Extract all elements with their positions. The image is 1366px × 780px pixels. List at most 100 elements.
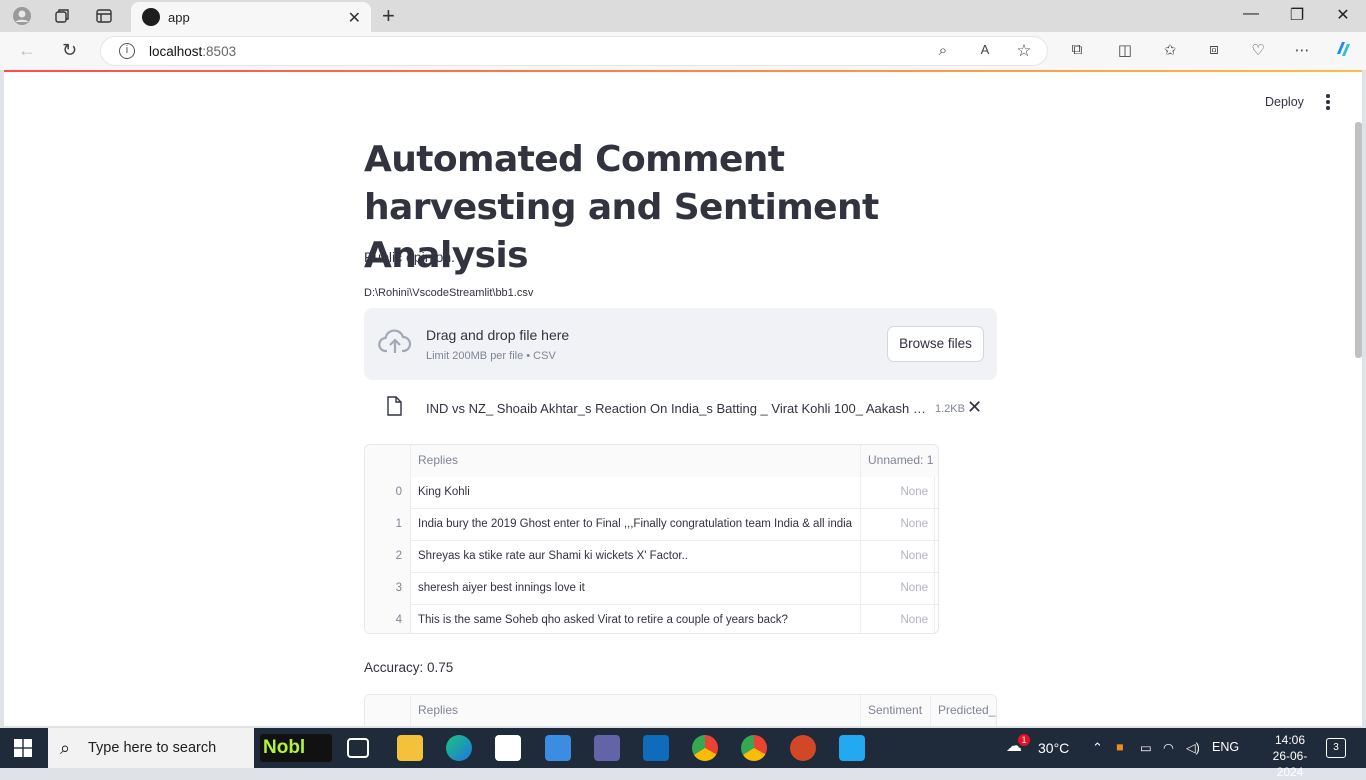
language-indicator[interactable]: ENG	[1212, 740, 1239, 754]
collections-icon[interactable]: ⧈	[1204, 41, 1224, 61]
show-hidden-icon[interactable]: ⌃	[1092, 740, 1103, 756]
profile-icon[interactable]	[12, 6, 32, 26]
file-icon	[387, 396, 402, 416]
window-close-icon[interactable]: ✕	[1320, 5, 1366, 25]
row-index: 2	[365, 541, 411, 573]
vscode-icon[interactable]	[839, 735, 865, 761]
url-bar[interactable]: i localhost:8503 ⌕ A ☆	[100, 36, 1048, 66]
task-view-icon[interactable]	[347, 738, 369, 758]
powerpoint-icon[interactable]	[790, 735, 816, 761]
windows-taskbar: ⌕ Type here to search Nobl ☁ 1 30°C ⌃ ■ …	[0, 728, 1366, 779]
nobl-widget[interactable]: Nobl	[260, 734, 332, 762]
row-index: 4	[365, 605, 411, 633]
uploaded-file-name: IND vs NZ_ Shoaib Akhtar_s Reaction On I…	[426, 401, 928, 416]
volume-icon[interactable]: ◁)	[1186, 740, 1200, 755]
row-index: 0	[365, 477, 411, 509]
page-scrollbar[interactable]	[1355, 122, 1362, 358]
main-menu-icon[interactable]	[1326, 94, 1330, 110]
browse-files-button[interactable]: Browse files	[887, 326, 984, 362]
address-toolbar: ← ↻ i localhost:8503 ⌕ A ☆ ⧉ ◫ ✩ ⧈ ♡ ⋯	[0, 32, 1366, 70]
column-header[interactable]: Replies	[411, 695, 861, 726]
table-row[interactable]: 2 Shreyas ka stike rate aur Shami ki wic…	[365, 541, 938, 573]
dropzone-instructions: Drag and drop file here	[426, 327, 570, 343]
split-screen-icon[interactable]: ◫	[1115, 41, 1135, 61]
taskbar-search[interactable]: ⌕ Type here to search	[48, 728, 254, 768]
file-path-text: D:\Rohini\VscodeStreamlit\bb1.csv	[364, 287, 534, 299]
zoom-icon[interactable]: ⌕	[933, 42, 953, 62]
system-clock[interactable]: 14:06 26-06-2024	[1262, 732, 1318, 780]
read-aloud-icon[interactable]: A	[975, 42, 995, 62]
cloud-upload-icon	[378, 329, 412, 353]
store-icon[interactable]	[495, 735, 521, 761]
tab-title: app	[168, 10, 190, 25]
row-index: 3	[365, 573, 411, 605]
value-cell[interactable]: None	[861, 509, 935, 541]
page-title: Automated Comment harvesting and Sentime…	[364, 139, 879, 276]
replies-dataframe[interactable]: Replies Unnamed: 1 0 King Kohli None 1 I…	[364, 444, 939, 634]
column-header[interactable]: Predicted_S	[931, 695, 996, 726]
value-cell[interactable]: None	[861, 477, 935, 509]
new-tab-icon[interactable]: +	[382, 3, 395, 29]
column-header[interactable]: Sentiment	[861, 695, 931, 726]
reply-cell[interactable]: This is the same Soheb qho asked Virat t…	[411, 605, 861, 633]
favorite-star-icon[interactable]: ☆	[1014, 41, 1034, 61]
restore-icon[interactable]: ❐	[1274, 5, 1320, 25]
outlook-icon[interactable]	[643, 735, 669, 761]
file-dropzone[interactable]: Drag and drop file here Limit 200MB per …	[364, 308, 997, 380]
table-header: Replies Unnamed: 1	[365, 445, 938, 477]
windows-start-icon[interactable]	[14, 739, 32, 757]
browser-tabbar: app ✕ + — ❐ ✕	[0, 0, 1366, 32]
reply-cell[interactable]: India bury the 2019 Ghost enter to Final…	[411, 509, 861, 541]
tab-close-icon[interactable]: ✕	[348, 8, 361, 28]
more-menu-icon[interactable]: ⋯	[1292, 41, 1312, 61]
active-tab[interactable]: app ✕	[131, 2, 371, 32]
accuracy-text: Accuracy: 0.75	[364, 660, 454, 675]
mail-icon[interactable]	[545, 735, 571, 761]
favorites-icon[interactable]: ✩	[1160, 41, 1180, 61]
refresh-icon[interactable]: ↻	[62, 40, 77, 61]
sentiment-dataframe[interactable]: Replies Sentiment Predicted_S	[364, 694, 997, 726]
tab-actions-icon[interactable]	[94, 6, 114, 26]
column-header[interactable]: Unnamed: 1	[861, 445, 938, 477]
column-header[interactable]: Replies	[411, 445, 861, 477]
table-row[interactable]: 1 India bury the 2019 Ghost enter to Fin…	[365, 509, 938, 541]
reply-cell[interactable]: Shreyas ka stike rate aur Shami ki wicke…	[411, 541, 861, 573]
notifications-icon[interactable]: 3	[1326, 738, 1346, 758]
chrome-icon[interactable]	[692, 735, 718, 761]
teams-icon[interactable]	[594, 735, 620, 761]
minimize-icon[interactable]: —	[1228, 5, 1274, 23]
page-subtitle: Public opinion.	[364, 249, 456, 265]
table-row[interactable]: 4 This is the same Soheb qho asked Virat…	[365, 605, 938, 633]
app-tray-icon[interactable]: ■	[1116, 740, 1124, 754]
edge-icon[interactable]	[446, 735, 472, 761]
weather-temp[interactable]: 30°C	[1038, 740, 1069, 756]
workspaces-icon[interactable]	[52, 6, 72, 26]
reply-cell[interactable]: King Kohli	[411, 477, 861, 509]
uploaded-file-size: 1.2KB	[935, 403, 965, 415]
dropzone-limit: Limit 200MB per file • CSV	[426, 350, 556, 362]
url-text: localhost:8503	[149, 44, 237, 59]
battery-icon[interactable]: ▭	[1140, 740, 1152, 755]
streamlit-favicon-icon	[142, 8, 160, 26]
file-explorer-icon[interactable]	[397, 735, 423, 761]
search-icon: ⌕	[60, 738, 71, 758]
remove-file-icon[interactable]: ✕	[967, 397, 982, 418]
reply-cell[interactable]: sheresh aiyer best innings love it	[411, 573, 861, 605]
weather-badge: 1	[1018, 734, 1030, 746]
value-cell[interactable]: None	[861, 573, 935, 605]
streamlit-app: Deploy Automated Comment harvesting and …	[4, 72, 1362, 726]
network-icon[interactable]: ◠	[1163, 740, 1174, 755]
deploy-button[interactable]: Deploy	[1265, 95, 1304, 109]
site-info-icon[interactable]: i	[119, 43, 135, 59]
search-placeholder: Type here to search	[88, 740, 217, 756]
browser-essentials-icon[interactable]: ♡	[1248, 41, 1268, 61]
row-index: 1	[365, 509, 411, 541]
extensions-icon[interactable]: ⧉	[1067, 41, 1087, 61]
table-row[interactable]: 0 King Kohli None	[365, 477, 938, 509]
back-icon[interactable]: ←	[18, 40, 36, 61]
table-row[interactable]: 3 sheresh aiyer best innings love it Non…	[365, 573, 938, 605]
value-cell[interactable]: None	[861, 541, 935, 573]
copilot-icon[interactable]	[1333, 39, 1353, 59]
chrome-profile-icon[interactable]	[741, 735, 767, 761]
value-cell[interactable]: None	[861, 605, 935, 633]
